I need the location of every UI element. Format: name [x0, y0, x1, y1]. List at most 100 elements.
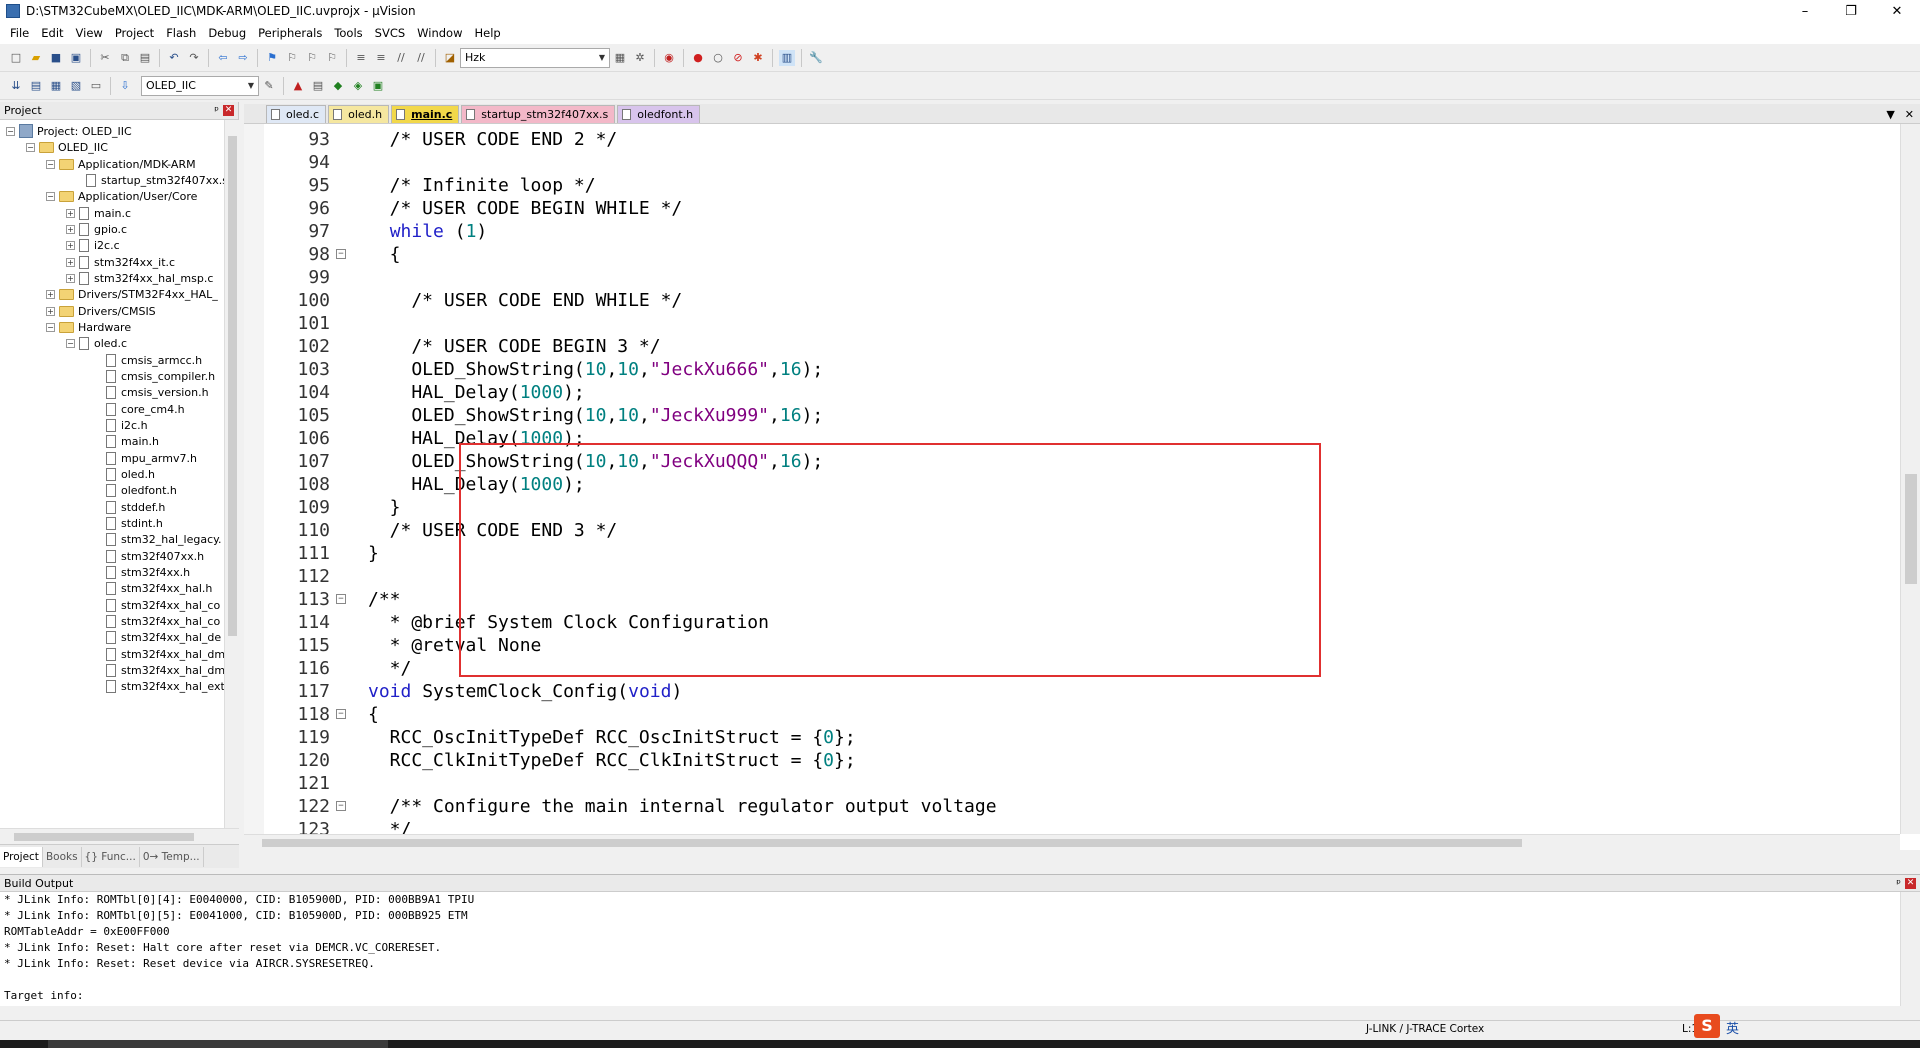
- tab-oled-c[interactable]: oled.c: [266, 105, 327, 123]
- kill-breakpoints-icon[interactable]: ⊘: [730, 50, 746, 66]
- tab-startup-s[interactable]: startup_stm32f407xx.s: [461, 105, 616, 123]
- tab-functions[interactable]: {} Func...: [82, 846, 140, 867]
- code-line[interactable]: 104 HAL_Delay(1000);: [264, 381, 1864, 404]
- find-icon[interactable]: ▦: [612, 50, 628, 66]
- window-layout-icon[interactable]: ▥: [779, 49, 795, 66]
- incremental-find-icon[interactable]: ✲: [632, 50, 648, 66]
- code-line[interactable]: 101: [264, 312, 1864, 335]
- tab-templates[interactable]: 0→ Temp...: [140, 846, 204, 867]
- build-output-text[interactable]: * JLink Info: ROMTbl[0][4]: E0040000, CI…: [0, 892, 1900, 1006]
- minimize-button[interactable]: –: [1782, 0, 1828, 22]
- select-packs-icon[interactable]: ◈: [350, 78, 366, 94]
- code-line[interactable]: 95 /* Infinite loop */: [264, 174, 1864, 197]
- code-line[interactable]: 105 OLED_ShowString(10,10,"JeckXu999",16…: [264, 404, 1864, 427]
- tree-item-header[interactable]: stm32_hal_legacy.: [106, 530, 222, 548]
- close-icon[interactable]: ✕: [223, 105, 234, 116]
- tab-project[interactable]: Project: [0, 846, 43, 867]
- new-file-icon[interactable]: □: [8, 50, 24, 66]
- batch-build-icon[interactable]: ▧: [68, 78, 84, 94]
- tab-oled-h[interactable]: oled.h: [328, 105, 390, 123]
- ime-sogou-icon[interactable]: S: [1694, 1014, 1720, 1038]
- bookmark-icon[interactable]: ⚑: [264, 50, 280, 66]
- tree-item-header[interactable]: oledfont.h: [106, 481, 177, 499]
- editor-horizontal-scrollbar[interactable]: [244, 834, 1900, 850]
- redo-icon[interactable]: ↷: [186, 50, 202, 66]
- tab-list-icon[interactable]: ▼: [1886, 108, 1894, 121]
- menu-view[interactable]: View: [70, 26, 109, 40]
- code-line[interactable]: 122− /** Configure the main internal reg…: [264, 795, 1864, 818]
- stop-build-icon[interactable]: ▭: [88, 78, 104, 94]
- manage-rte-icon[interactable]: ◆: [330, 78, 346, 94]
- copy-icon[interactable]: ⧉: [117, 50, 133, 66]
- editor-gutter[interactable]: [244, 124, 264, 850]
- code-line[interactable]: 119 RCC_OscInitTypeDef RCC_OscInitStruct…: [264, 726, 1864, 749]
- menu-help[interactable]: Help: [469, 26, 507, 40]
- unindent-icon[interactable]: ≡: [373, 50, 389, 66]
- build-output-scrollbar[interactable]: [1900, 892, 1920, 1006]
- download-icon[interactable]: ⇩: [117, 78, 133, 94]
- target-combo[interactable]: OLED_IIC ▼: [141, 75, 259, 96]
- code-line[interactable]: 99: [264, 266, 1864, 289]
- rebuild-icon[interactable]: ▦: [48, 78, 64, 94]
- comment-icon[interactable]: //: [393, 50, 409, 66]
- code-line[interactable]: 102 /* USER CODE BEGIN 3 */: [264, 335, 1864, 358]
- nav-forward-icon[interactable]: ⇨: [235, 50, 251, 66]
- tree-item-header[interactable]: cmsis_version.h: [106, 383, 209, 401]
- code-line[interactable]: 120 RCC_ClkInitTypeDef RCC_ClkInitStruct…: [264, 749, 1864, 772]
- tree-item-target[interactable]: − OLED_IIC: [26, 138, 108, 156]
- manage-project-icon[interactable]: ▲: [290, 78, 306, 94]
- disable-breakpoint-icon[interactable]: ○: [710, 50, 726, 66]
- code-line[interactable]: 117 void SystemClock_Config(void): [264, 680, 1864, 703]
- tree-item-header[interactable]: stm32f4xx_hal.h: [106, 579, 212, 597]
- code-line[interactable]: 97 while (1): [264, 220, 1864, 243]
- find-combo[interactable]: Hzk ▼: [460, 47, 610, 68]
- paste-icon[interactable]: ▤: [137, 50, 153, 66]
- code-line[interactable]: 96 /* USER CODE BEGIN WHILE */: [264, 197, 1864, 220]
- save-icon[interactable]: ■: [48, 50, 64, 66]
- tab-oledfont-h[interactable]: oledfont.h: [617, 105, 701, 123]
- fold-toggle-icon[interactable]: −: [336, 249, 346, 259]
- pack-installer-icon[interactable]: ▣: [370, 78, 386, 94]
- menu-debug[interactable]: Debug: [202, 26, 252, 40]
- code-editor[interactable]: 93 /* USER CODE END 2 */94 95 /* Infinite…: [244, 124, 1920, 850]
- file-extensions-icon[interactable]: ▤: [310, 78, 326, 94]
- tree-item-file[interactable]: − oled.c: [66, 334, 127, 352]
- ime-language-indicator[interactable]: 英: [1726, 1018, 1739, 1037]
- open-file-icon[interactable]: ▰: [28, 50, 44, 66]
- scroll-thumb[interactable]: [1905, 474, 1917, 584]
- clear-bookmarks-icon[interactable]: ⚐: [324, 50, 340, 66]
- tree-item-group[interactable]: + Drivers/STM32F4xx_HAL_: [46, 285, 218, 303]
- tools-wrench-icon[interactable]: 🔧: [808, 50, 824, 66]
- save-all-icon[interactable]: ▣: [68, 50, 84, 66]
- tree-item-header[interactable]: stm32f4xx_hal_ext: [106, 677, 224, 695]
- menu-flash[interactable]: Flash: [160, 26, 202, 40]
- menu-project[interactable]: Project: [109, 26, 160, 40]
- pin-icon[interactable]: ᵖ: [214, 104, 219, 117]
- code-line[interactable]: 118− {: [264, 703, 1864, 726]
- configure-icon[interactable]: ✱: [750, 50, 766, 66]
- cut-icon[interactable]: ✂: [97, 50, 113, 66]
- code-line[interactable]: 100 /* USER CODE END WHILE */: [264, 289, 1864, 312]
- tree-item-group[interactable]: − Application/User/Core: [46, 187, 197, 205]
- menu-tools[interactable]: Tools: [328, 26, 368, 40]
- taskbar-active-item[interactable]: [48, 1040, 388, 1048]
- tree-horizontal-scrollbar[interactable]: [0, 828, 239, 844]
- editor-vertical-scrollbar[interactable]: [1900, 124, 1920, 834]
- tab-books[interactable]: Books: [43, 846, 82, 867]
- nav-back-icon[interactable]: ⇦: [215, 50, 231, 66]
- code-line[interactable]: 94: [264, 151, 1864, 174]
- scroll-thumb[interactable]: [228, 136, 237, 636]
- code-line[interactable]: 121: [264, 772, 1864, 795]
- fold-toggle-icon[interactable]: −: [336, 709, 346, 719]
- undo-icon[interactable]: ↶: [166, 50, 182, 66]
- close-icon[interactable]: ✕: [1905, 108, 1914, 121]
- menu-edit[interactable]: Edit: [35, 26, 69, 40]
- find-in-files-icon[interactable]: ◪: [442, 50, 458, 66]
- breakpoint-icon[interactable]: ●: [690, 50, 706, 66]
- uncomment-icon[interactable]: //: [413, 50, 429, 66]
- close-button[interactable]: ✕: [1874, 0, 1920, 22]
- translate-icon[interactable]: ⇊: [8, 78, 24, 94]
- prev-bookmark-icon[interactable]: ⚐: [284, 50, 300, 66]
- indent-icon[interactable]: ≡: [353, 50, 369, 66]
- build-icon[interactable]: ▤: [28, 78, 44, 94]
